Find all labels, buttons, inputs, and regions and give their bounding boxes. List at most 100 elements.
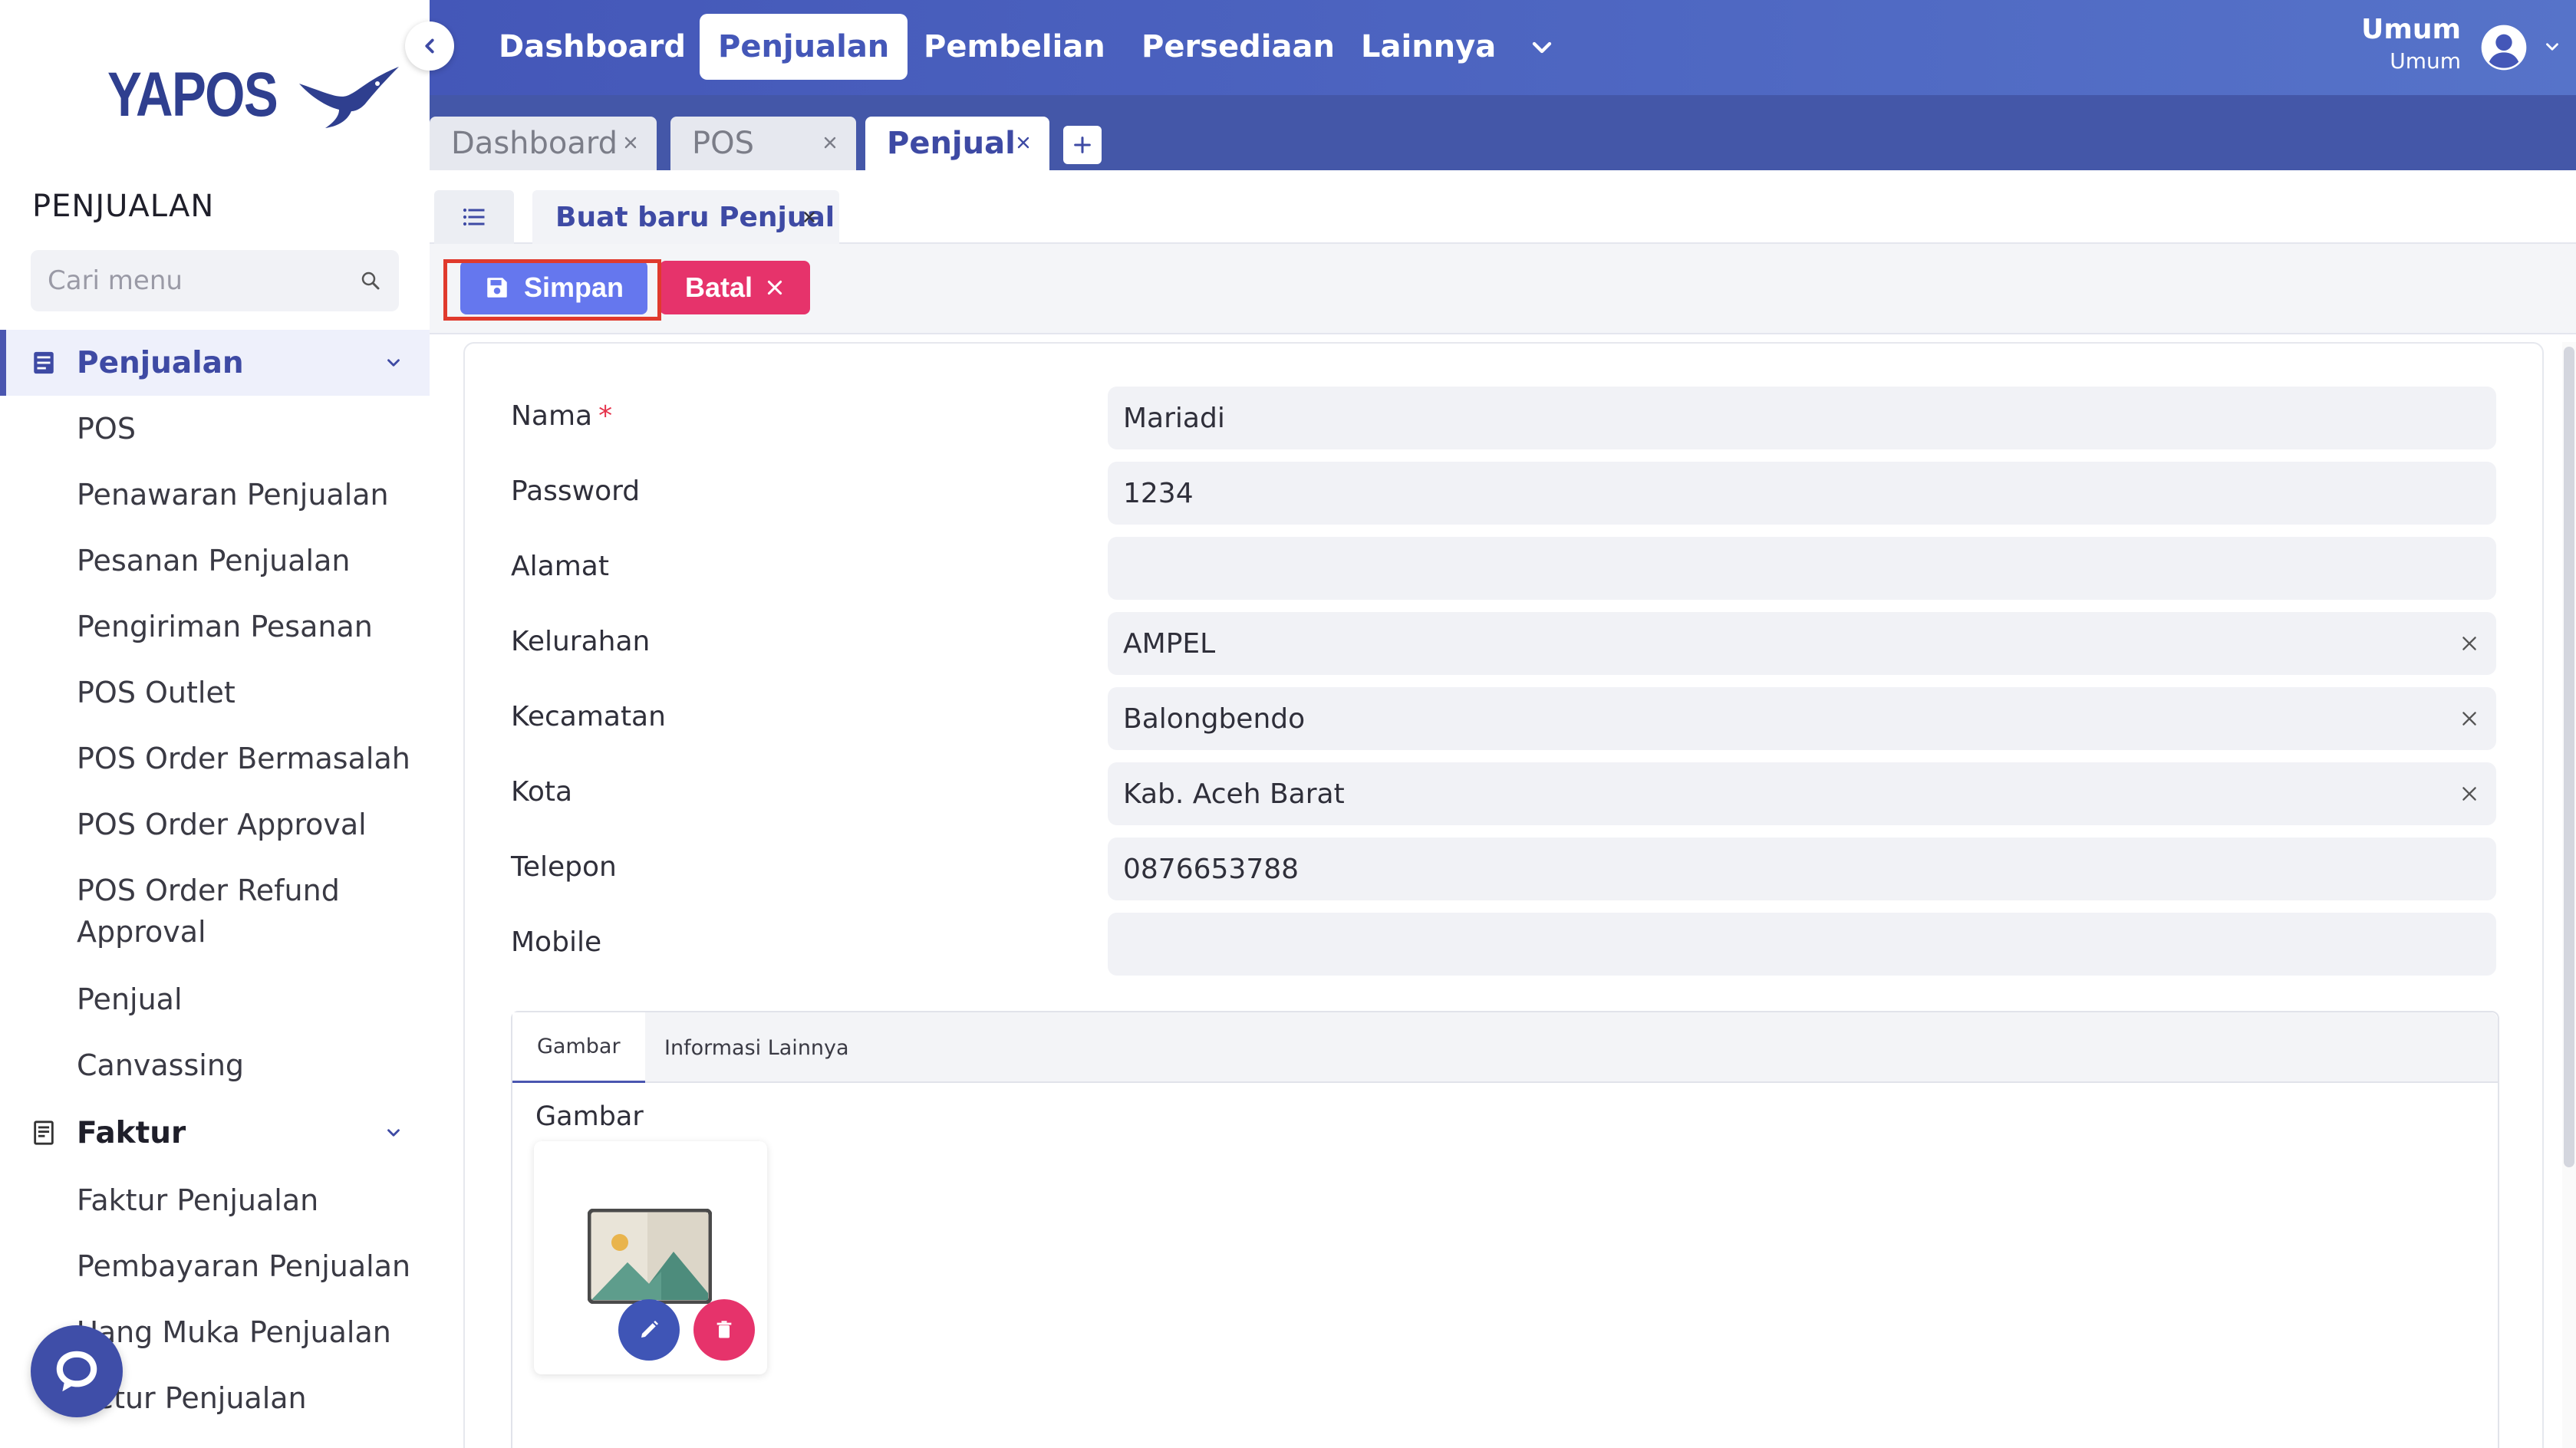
chevron-down-icon[interactable] bbox=[1527, 32, 1557, 63]
form-row-nama: Nama * bbox=[465, 387, 2545, 449]
edit-image-button[interactable] bbox=[618, 1299, 680, 1361]
add-tab-button[interactable] bbox=[1063, 126, 1102, 164]
sidebar: YAPOS PENJUALAN Penjualan bbox=[0, 0, 430, 1448]
sidebar-section-title: PENJUALAN bbox=[32, 189, 215, 224]
form-row-alamat: Alamat bbox=[465, 537, 2545, 600]
subtab-label: Buat baru Penjual bbox=[555, 201, 835, 233]
plus-icon bbox=[1074, 137, 1091, 153]
cancel-button[interactable]: Batal bbox=[660, 261, 810, 314]
search-icon[interactable] bbox=[359, 269, 382, 292]
mobile-input[interactable] bbox=[1108, 913, 2496, 976]
tab-informasi-lainnya[interactable]: Informasi Lainnya bbox=[640, 1012, 874, 1083]
tab-penjual[interactable]: Penjual bbox=[865, 117, 1049, 170]
user-menu[interactable]: Umum Umum bbox=[2361, 14, 2461, 74]
sidebar-item-pos-order-refund-line2[interactable]: Approval bbox=[77, 911, 206, 953]
nav-persediaan[interactable]: Persediaan bbox=[1123, 14, 1353, 80]
kecamatan-select[interactable] bbox=[1108, 687, 2496, 750]
field-label: Kelurahan bbox=[511, 626, 651, 657]
brand-logo[interactable]: YAPOS bbox=[107, 57, 407, 133]
form-row-telepon: Telepon bbox=[465, 838, 2545, 900]
image-placeholder-icon bbox=[588, 1209, 712, 1304]
user-role: Umum bbox=[2390, 48, 2461, 74]
chevron-down-icon[interactable] bbox=[384, 353, 404, 373]
sidebar-item-pos-order-approval[interactable]: POS Order Approval bbox=[77, 804, 367, 845]
sidebar-item-pesanan-penjualan[interactable]: Pesanan Penjualan bbox=[77, 540, 350, 581]
sidebar-item-pengiriman-pesanan[interactable]: Pengiriman Pesanan bbox=[77, 606, 373, 647]
chat-widget-button[interactable] bbox=[31, 1325, 123, 1417]
form-row-kecamatan: Kecamatan bbox=[465, 687, 2545, 750]
top-navbar: Dashboard Penjualan Pembelian Persediaan… bbox=[430, 0, 2576, 95]
image-field-label: Gambar bbox=[535, 1101, 644, 1132]
password-input[interactable] bbox=[1108, 462, 2496, 525]
save-button[interactable]: Simpan bbox=[460, 261, 647, 314]
bird-logo-icon bbox=[298, 67, 399, 128]
tab-label: Penjual bbox=[887, 126, 1016, 161]
sidebar-item-pembayaran-penjualan[interactable]: Pembayaran Penjualan bbox=[77, 1246, 410, 1287]
close-icon[interactable] bbox=[821, 133, 839, 152]
form-row-kota: Kota bbox=[465, 762, 2545, 825]
sidebar-item-canvassing[interactable]: Canvassing bbox=[77, 1045, 244, 1086]
close-icon[interactable] bbox=[801, 209, 818, 225]
avatar-icon[interactable] bbox=[2479, 23, 2528, 72]
chevron-down-icon[interactable] bbox=[2542, 37, 2562, 57]
list-view-button[interactable] bbox=[434, 190, 514, 244]
tab-gambar[interactable]: Gambar bbox=[512, 1012, 645, 1083]
field-label: Telepon bbox=[511, 851, 617, 883]
list-icon bbox=[34, 351, 54, 374]
save-icon bbox=[487, 278, 507, 298]
sidebar-group-penjualan[interactable]: Penjualan bbox=[0, 330, 430, 396]
tab-label: POS bbox=[692, 126, 754, 161]
tab-strip: Dashboard POS Penjual bbox=[430, 95, 2576, 170]
nav-pembelian[interactable]: Pembelian bbox=[905, 14, 1124, 80]
sidebar-item-penawaran-penjualan[interactable]: Penawaran Penjualan bbox=[77, 474, 389, 515]
scrollbar-thumb[interactable] bbox=[2564, 347, 2574, 1167]
tab-label: Dashboard bbox=[451, 126, 618, 161]
form-row-kelurahan: Kelurahan bbox=[465, 612, 2545, 675]
close-icon bbox=[767, 280, 782, 295]
field-label: Password bbox=[511, 476, 641, 507]
chevron-down-icon[interactable] bbox=[384, 1123, 404, 1143]
sidebar-item-penjual[interactable]: Penjual bbox=[77, 979, 183, 1020]
penjual-form-card: Nama* Password Alamat Kelurahan Kecamata… bbox=[463, 342, 2544, 1448]
sidebar-item-pos-order-refund[interactable]: POS Order Refund bbox=[77, 870, 340, 911]
nav-dashboard[interactable]: Dashboard bbox=[480, 14, 704, 80]
user-name: Umum bbox=[2361, 14, 2461, 45]
tab-pos[interactable]: POS bbox=[670, 117, 856, 170]
close-icon[interactable] bbox=[1014, 133, 1033, 152]
image-uploader[interactable] bbox=[534, 1141, 767, 1374]
sidebar-item-faktur-penjualan[interactable]: Faktur Penjualan bbox=[77, 1180, 318, 1221]
clear-icon[interactable] bbox=[2459, 784, 2479, 804]
nav-lainnya[interactable]: Lainnya bbox=[1342, 14, 1514, 80]
nama-input[interactable] bbox=[1108, 387, 2496, 449]
receipt-icon bbox=[34, 1121, 54, 1145]
sidebar-item-pos[interactable]: POS bbox=[77, 408, 136, 449]
chat-icon bbox=[56, 1351, 97, 1392]
brand-name: YAPOS bbox=[107, 60, 278, 130]
pencil-icon bbox=[641, 1321, 658, 1338]
field-label: Kota bbox=[511, 776, 573, 808]
subtab-create-penjual[interactable]: Buat baru Penjual bbox=[532, 190, 839, 244]
sidebar-collapse-button[interactable] bbox=[405, 21, 454, 71]
kota-select[interactable] bbox=[1108, 762, 2496, 825]
clear-icon[interactable] bbox=[2459, 634, 2479, 653]
telepon-input[interactable] bbox=[1108, 838, 2496, 900]
form-row-password: Password bbox=[465, 462, 2545, 525]
sidebar-item-uang-muka-penjualan[interactable]: Uang Muka Penjualan bbox=[77, 1311, 391, 1353]
nav-penjualan[interactable]: Penjualan bbox=[700, 14, 908, 80]
alamat-input[interactable] bbox=[1108, 537, 2496, 600]
menu-search-input[interactable] bbox=[48, 265, 339, 296]
sidebar-item-pos-order-bermasalah[interactable]: POS Order Bermasalah bbox=[77, 738, 410, 779]
sidebar-item-pos-outlet[interactable]: POS Outlet bbox=[77, 672, 236, 713]
close-icon[interactable] bbox=[621, 133, 640, 152]
delete-image-button[interactable] bbox=[693, 1299, 755, 1361]
menu-search[interactable] bbox=[31, 250, 399, 311]
field-label: Mobile bbox=[511, 926, 602, 958]
form-row-mobile: Mobile bbox=[465, 913, 2545, 976]
tab-dashboard[interactable]: Dashboard bbox=[430, 117, 657, 170]
kelurahan-select[interactable] bbox=[1108, 612, 2496, 675]
chevron-left-icon bbox=[425, 38, 434, 54]
clear-icon[interactable] bbox=[2459, 709, 2479, 729]
trash-icon bbox=[716, 1321, 732, 1338]
sidebar-group-faktur[interactable]: Faktur bbox=[0, 1100, 430, 1166]
detail-tabs-panel: Gambar Informasi Lainnya Gambar bbox=[511, 1011, 2499, 1448]
